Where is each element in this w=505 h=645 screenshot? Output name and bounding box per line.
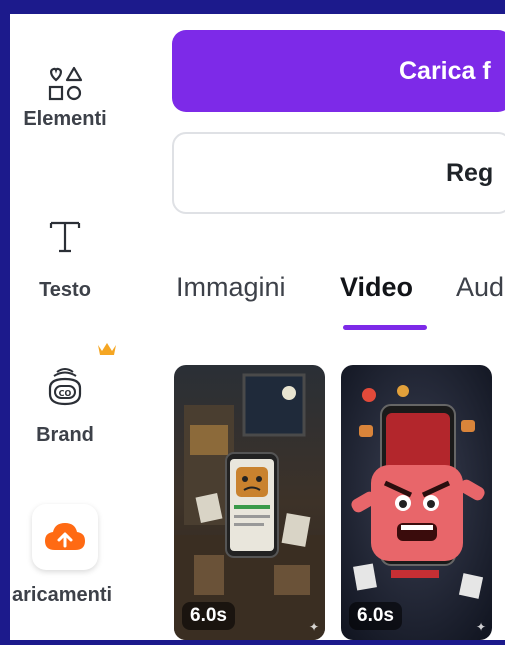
tab-video[interactable]: Video bbox=[340, 272, 413, 303]
sidebar-rail: Elementi Testo CO Brand aricamenti bbox=[10, 14, 170, 640]
sidebar-item-testo[interactable]: Testo bbox=[10, 217, 120, 302]
record-button[interactable]: Reg bbox=[172, 132, 505, 214]
tab-immagini[interactable]: Immagini bbox=[176, 272, 286, 303]
text-icon bbox=[49, 221, 81, 253]
sidebar-item-label: aricamenti bbox=[12, 584, 113, 606]
video-duration: 6.0s bbox=[182, 602, 235, 630]
video-preview-image bbox=[174, 365, 325, 640]
video-thumbnail[interactable]: 6.0s ✦ bbox=[174, 365, 325, 640]
sidebar-item-elementi[interactable]: Elementi bbox=[10, 64, 120, 131]
shapes-icon bbox=[48, 66, 83, 101]
add-icon: ✦ bbox=[308, 620, 319, 634]
sidebar-item-caricamenti[interactable]: aricamenti bbox=[10, 504, 120, 607]
upload-files-button[interactable]: Carica f bbox=[172, 30, 505, 112]
app-frame: Elementi Testo CO Brand aricamenti Caric… bbox=[10, 14, 505, 640]
sidebar-item-label: Brand bbox=[36, 424, 94, 446]
sidebar-item-brand[interactable]: CO Brand bbox=[10, 364, 120, 447]
active-tab-indicator bbox=[343, 325, 427, 330]
video-duration: 6.0s bbox=[349, 602, 402, 630]
crown-icon bbox=[98, 343, 116, 355]
video-preview-image bbox=[341, 365, 492, 640]
upload-tile[interactable] bbox=[32, 504, 98, 570]
cloud-upload-icon bbox=[45, 523, 85, 550]
tab-audio[interactable]: Aud bbox=[456, 272, 504, 303]
main-panel: Carica f Reg Immagini Video Aud 6.0s ✦ 6… bbox=[172, 14, 505, 640]
sidebar-item-label: Elementi bbox=[23, 108, 107, 130]
video-thumbnail[interactable]: 6.0s ✦ bbox=[341, 365, 492, 640]
brand-kit-icon: CO bbox=[48, 368, 82, 406]
add-icon: ✦ bbox=[475, 620, 486, 634]
svg-text:CO: CO bbox=[59, 389, 72, 398]
sidebar-item-label: Testo bbox=[39, 279, 91, 301]
